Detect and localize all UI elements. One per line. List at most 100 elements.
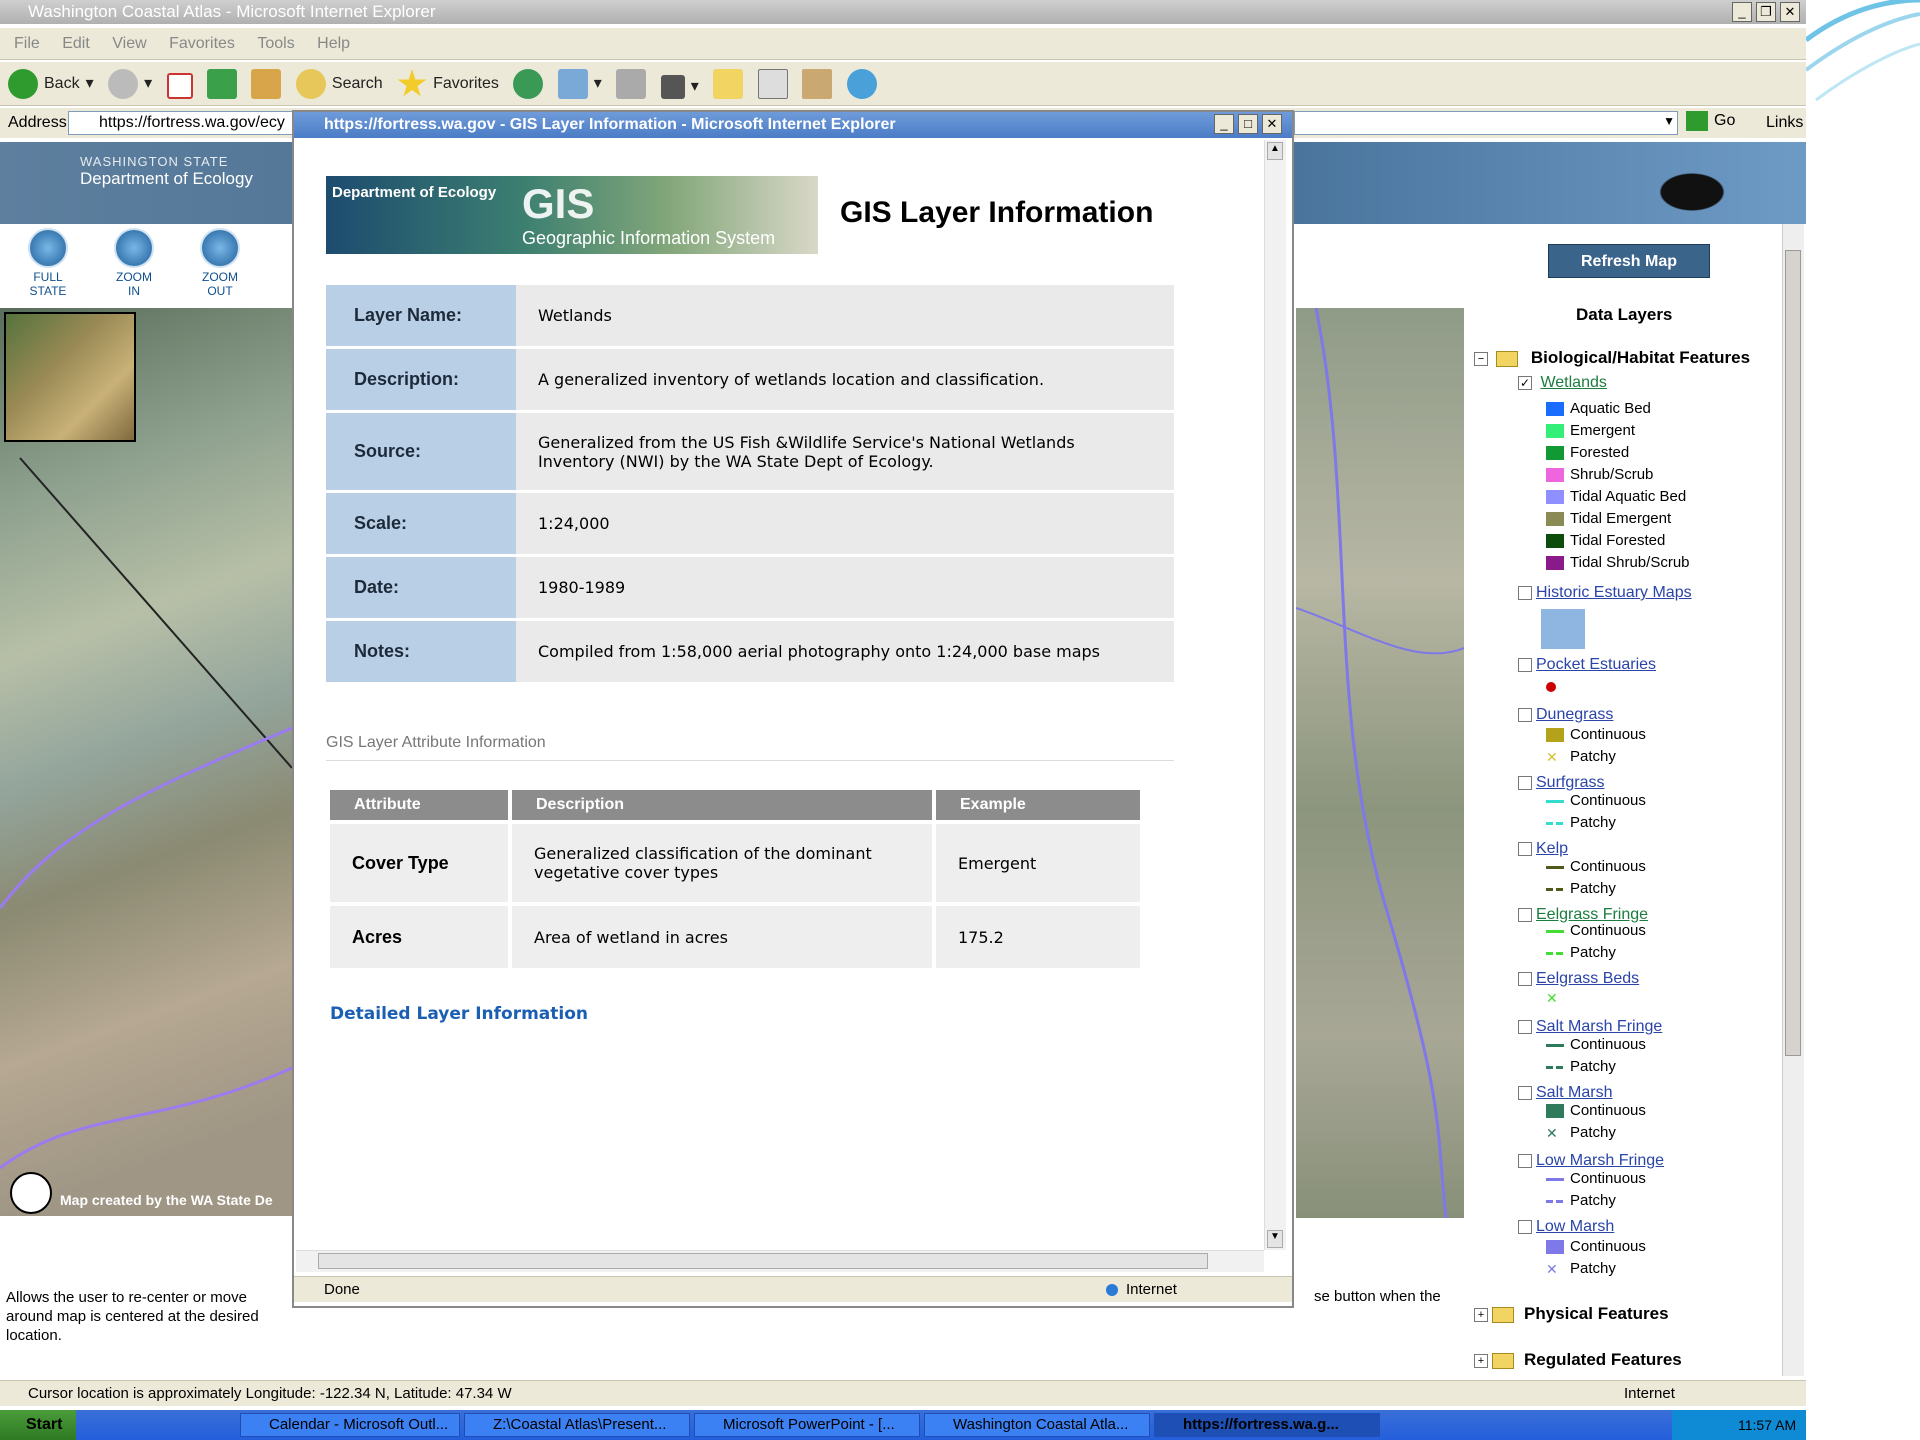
links-button[interactable]: Links — [1766, 114, 1803, 132]
map-overlay-right — [1296, 308, 1464, 1218]
map-view-right[interactable] — [1296, 308, 1464, 1218]
menu-tools[interactable]: Tools — [257, 35, 294, 52]
layer-group-bio[interactable]: − Biological/Habitat Features — [1474, 348, 1750, 368]
history-button[interactable] — [513, 69, 544, 99]
layer-historic[interactable]: Historic Estuary Maps — [1518, 584, 1692, 602]
low-marsh-fringe-checkbox[interactable] — [1518, 1154, 1532, 1169]
expand-icon[interactable]: + — [1474, 1307, 1488, 1322]
swatch — [1546, 424, 1564, 439]
print-button[interactable] — [616, 69, 647, 99]
layer-group-regulated[interactable]: + Regulated Features — [1474, 1350, 1682, 1370]
menu-view[interactable]: View — [112, 35, 146, 52]
kelp-checkbox[interactable] — [1518, 842, 1532, 857]
layer-dunegrass[interactable]: Dunegrass — [1518, 704, 1613, 726]
go-arrow-icon — [1686, 111, 1708, 131]
zoom-in-button[interactable]: ZOOM IN — [104, 228, 164, 298]
research-button[interactable] — [802, 69, 833, 99]
edit-button[interactable]: ▾ — [660, 65, 699, 109]
swatch — [1546, 799, 1564, 803]
legend-item: Tidal Emergent — [1546, 508, 1690, 530]
overview-map[interactable] — [4, 312, 136, 442]
historic-map-icon — [1540, 608, 1586, 650]
popup-maximize-button[interactable]: □ — [1238, 114, 1258, 134]
popup-minimize-button[interactable]: _ — [1214, 114, 1234, 134]
eelgrass-fringe-legend: Continuous Patchy — [1546, 920, 1646, 964]
refresh-button[interactable] — [207, 69, 237, 99]
close-button[interactable]: ✕ — [1780, 2, 1800, 22]
pocket-checkbox[interactable] — [1518, 657, 1532, 672]
task-powerpoint[interactable]: Microsoft PowerPoint - [... — [694, 1413, 920, 1437]
address-input-tail[interactable]: ▼ — [1294, 111, 1678, 135]
layer-group-physical[interactable]: + Physical Features — [1474, 1304, 1669, 1324]
layer-pocket[interactable]: Pocket Estuaries — [1518, 656, 1656, 674]
task-explorer[interactable]: Z:\Coastal Atlas\Present... — [464, 1413, 690, 1437]
menu-help[interactable]: Help — [317, 35, 350, 52]
home-button[interactable] — [251, 69, 282, 99]
messenger-icon — [846, 69, 877, 99]
zoom-out-icon — [200, 228, 240, 268]
layer-low-marsh[interactable]: Low Marsh — [1518, 1216, 1614, 1238]
menu-favorites[interactable]: Favorites — [169, 35, 235, 52]
scroll-up-icon[interactable]: ▲ — [1267, 142, 1283, 160]
map-tools: FULL STATE ZOOM IN ZOOM OUT — [0, 224, 292, 306]
task-popup[interactable]: https://fortress.wa.g... — [1154, 1413, 1380, 1437]
popup-close-button[interactable]: ✕ — [1262, 114, 1282, 134]
swatch — [1546, 1177, 1564, 1181]
dunegrass-checkbox[interactable] — [1518, 708, 1532, 723]
salt-marsh-fringe-checkbox[interactable] — [1518, 1020, 1532, 1035]
minimize-button[interactable]: _ — [1732, 2, 1752, 22]
eelgrass-beds-checkbox[interactable] — [1518, 972, 1532, 987]
salt-marsh-fringe-legend: Continuous Patchy — [1546, 1034, 1646, 1078]
task-calendar[interactable]: Calendar - Microsoft Outl... — [240, 1413, 460, 1437]
info-row: Scale: 1:24,000 — [326, 493, 1174, 554]
folder-icon — [1496, 350, 1519, 367]
zoom-in-icon — [114, 228, 154, 268]
swatch — [1546, 865, 1564, 869]
scroll-thumb[interactable] — [318, 1253, 1208, 1269]
scroll-thumb[interactable] — [1785, 250, 1801, 1056]
info-row: Source: Generalized from the US Fish &Wil… — [326, 413, 1174, 490]
forward-button[interactable]: ▾ — [108, 62, 152, 106]
discuss-button[interactable] — [713, 69, 744, 99]
stop-button[interactable] — [166, 73, 193, 99]
historic-checkbox[interactable] — [1518, 585, 1532, 600]
popup-horizontal-scrollbar[interactable] — [296, 1250, 1264, 1272]
low-marsh-checkbox[interactable] — [1518, 1220, 1532, 1235]
messenger-button[interactable] — [846, 69, 877, 99]
slide-decoration — [1804, 0, 1920, 1440]
surfgrass-checkbox[interactable] — [1518, 776, 1532, 791]
page-scrollbar[interactable] — [1782, 224, 1804, 1376]
go-button[interactable]: Go — [1686, 111, 1735, 131]
layer-eelgrass-beds[interactable]: Eelgrass Beds — [1518, 968, 1639, 990]
toolbar: Back ▾ ▾ Search Favorites ▾ ▾ — [0, 62, 1806, 106]
menu-edit[interactable]: Edit — [62, 35, 90, 52]
popup-status-bar: Done Internet — [294, 1276, 1292, 1302]
map-view[interactable] — [0, 308, 292, 1216]
address-input[interactable]: https://fortress.wa.gov/ecy — [68, 111, 294, 135]
wetlands-checkbox[interactable]: ✓ — [1518, 375, 1532, 390]
search-button[interactable]: Search — [295, 62, 383, 106]
word-button[interactable] — [757, 69, 788, 99]
dropdown-arrow-icon[interactable]: ▼ — [1663, 114, 1675, 128]
eelgrass-fringe-checkbox[interactable] — [1518, 908, 1532, 923]
refresh-map-button[interactable]: Refresh Map — [1548, 244, 1710, 278]
main-window-title: Washington Coastal Atlas - Microsoft Int… — [0, 0, 1806, 24]
layer-wetlands[interactable]: ✓ Wetlands — [1518, 374, 1607, 392]
back-button[interactable]: Back ▾ — [8, 62, 94, 106]
start-button[interactable]: Start — [0, 1410, 76, 1440]
collapse-icon[interactable]: − — [1474, 351, 1488, 366]
swatch — [1546, 556, 1564, 571]
restore-button[interactable]: ❐ — [1756, 2, 1776, 22]
map-overlay — [0, 457, 292, 1170]
zoom-out-button[interactable]: ZOOM OUT — [190, 228, 250, 298]
favorites-button[interactable]: Favorites — [397, 62, 499, 106]
salt-marsh-checkbox[interactable] — [1518, 1086, 1532, 1101]
scroll-down-icon[interactable]: ▼ — [1267, 1230, 1283, 1248]
task-coastal-atlas[interactable]: Washington Coastal Atla... — [924, 1413, 1150, 1437]
menu-file[interactable]: File — [14, 35, 40, 52]
popup-vertical-scrollbar[interactable]: ▲ ▼ — [1264, 140, 1286, 1250]
mail-button[interactable]: ▾ — [557, 62, 602, 106]
expand-icon[interactable]: + — [1474, 1353, 1488, 1368]
full-state-button[interactable]: FULL STATE — [18, 228, 78, 298]
detailed-layer-link[interactable]: Detailed Layer Information — [330, 1004, 588, 1024]
